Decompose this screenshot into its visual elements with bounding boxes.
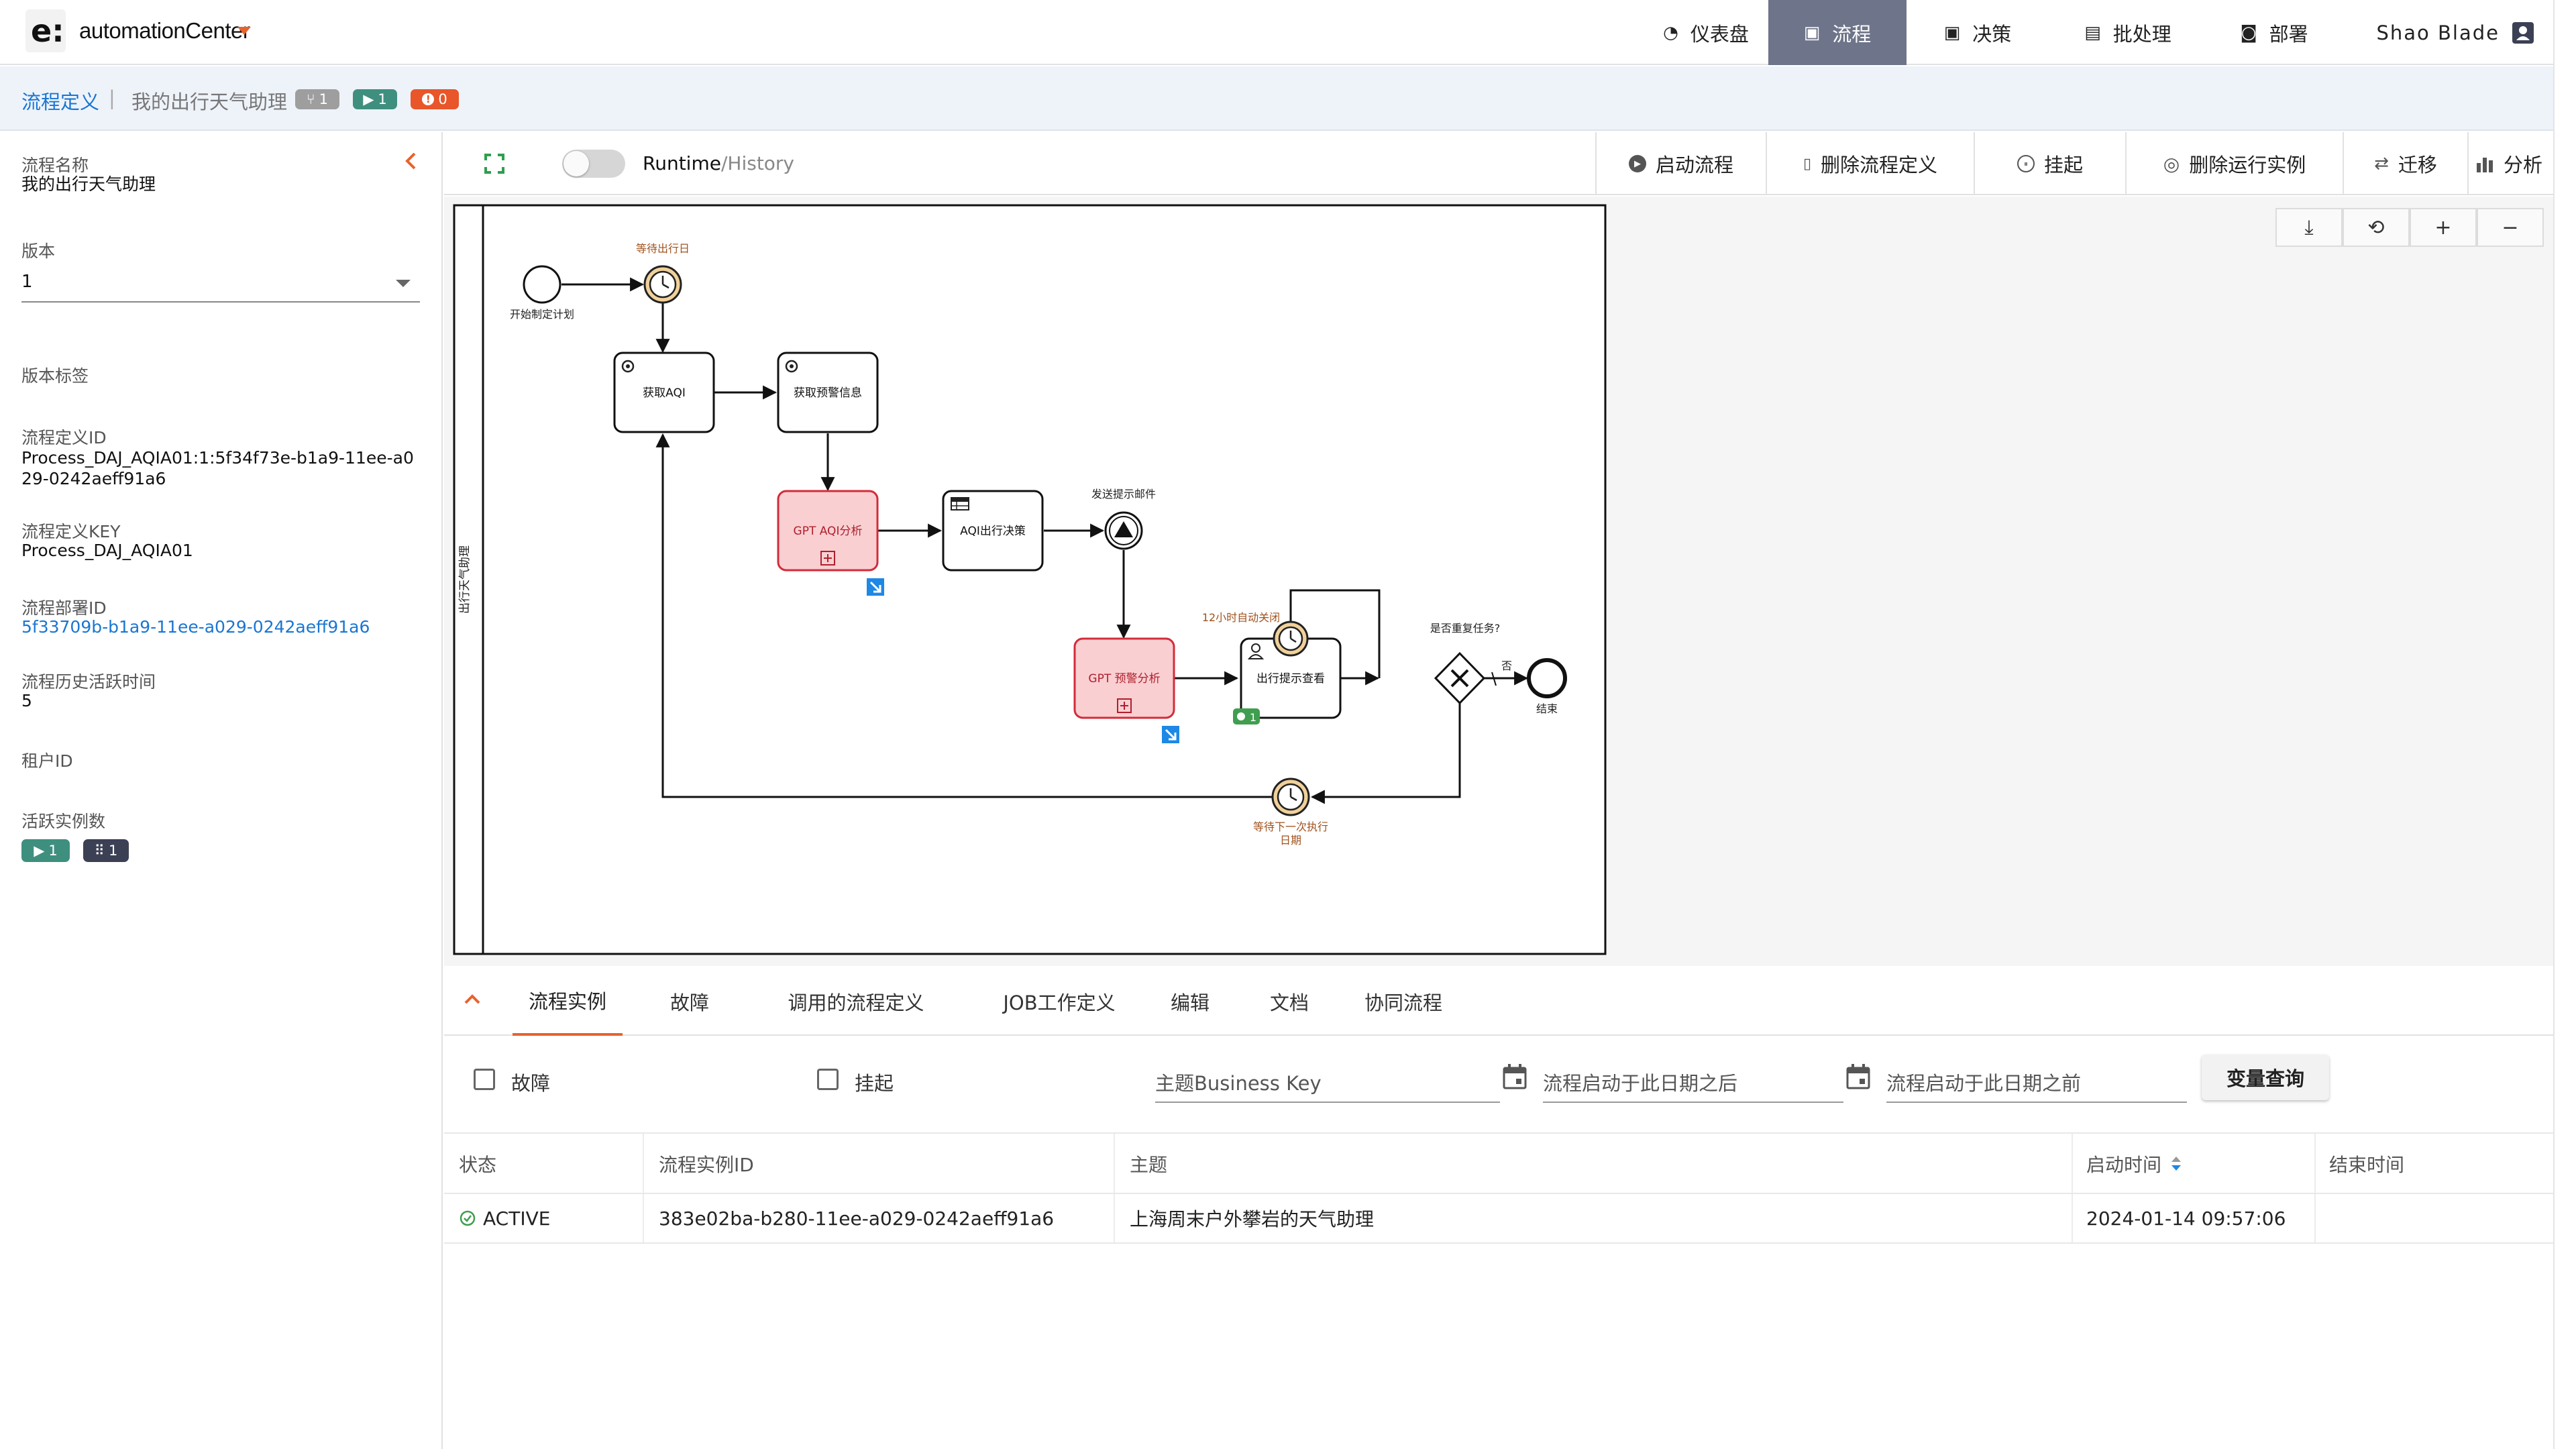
col-instance-id: 流程实例ID xyxy=(659,1154,754,1176)
signal-throw-event[interactable] xyxy=(1104,511,1143,550)
fault-checkbox[interactable] xyxy=(474,1069,495,1090)
timer-event-wait-day[interactable] xyxy=(643,265,682,304)
check-circle-icon xyxy=(460,1210,476,1226)
timer-event-label: 等待出行日 xyxy=(636,242,690,255)
bpmn-diagram: 出行天气助理 开始制定计划 等待出行日 获取AQI 获取预警信息 GPT AQI… xyxy=(453,204,1607,955)
col-subject: 主题 xyxy=(1130,1154,1168,1176)
task-get-warning[interactable]: 获取预警信息 xyxy=(777,352,879,433)
tab-incidents[interactable]: 故障 xyxy=(656,967,723,1036)
running-token-badge[interactable]: 1 xyxy=(1233,708,1260,724)
start-after-placeholder: 流程启动于此日期之后 xyxy=(1543,1072,1738,1095)
start-before-date-input[interactable]: 流程启动于此日期之前 xyxy=(1886,1060,2187,1103)
start-event[interactable] xyxy=(523,265,561,304)
fault-checkbox-label: 故障 xyxy=(511,1072,551,1095)
task-aqi-decision-label: AQI出行决策 xyxy=(960,525,1026,538)
business-key-placeholder: 主题Business Key xyxy=(1155,1072,1322,1095)
start-before-placeholder: 流程启动于此日期之前 xyxy=(1886,1072,2082,1095)
calendar-icon[interactable] xyxy=(1846,1064,1870,1089)
suspended-checkbox-label: 挂起 xyxy=(855,1072,894,1095)
calendar-icon[interactable] xyxy=(1503,1064,1527,1089)
page-scrollbar[interactable] xyxy=(2553,0,2576,1449)
task-get-aqi-label: 获取AQI xyxy=(643,386,686,400)
start-after-date-input[interactable]: 流程启动于此日期之后 xyxy=(1543,1060,1843,1103)
signal-event-label: 发送提示邮件 xyxy=(1091,488,1156,500)
tab-collaboration[interactable]: 协同流程 xyxy=(1343,967,1464,1036)
col-end-time: 结束时间 xyxy=(2329,1154,2405,1176)
timer-next-label-line1: 等待下一次执行 xyxy=(1253,820,1328,833)
col-start-time-label: 启动时间 xyxy=(2086,1154,2162,1176)
task-get-aqi[interactable]: 获取AQI xyxy=(613,352,715,433)
tab-process-instances[interactable]: 流程实例 xyxy=(513,967,623,1036)
timer-next-label-line2: 日期 xyxy=(1280,834,1301,847)
col-start-time[interactable]: 启动时间 xyxy=(2086,1134,2182,1194)
gateway-label: 是否重复任务? xyxy=(1430,622,1501,635)
task-user-view-label: 出行提示查看 xyxy=(1256,672,1325,686)
gateway-no-label: 否 xyxy=(1501,659,1512,672)
boundary-timer-event[interactable] xyxy=(1273,621,1309,657)
detail-tabs: 流程实例 故障 调用的流程定义 JOB工作定义 编辑 文档 协同流程 xyxy=(444,967,2553,1036)
variable-query-button[interactable]: 变量查询 xyxy=(2202,1055,2329,1100)
table-row: ACTIVE xyxy=(459,1194,550,1242)
start-event-label: 开始制定计划 xyxy=(510,308,574,321)
row-instance-id-link[interactable]: 383e02ba-b280-11ee-a029-0242aeff91a6 xyxy=(659,1194,1054,1242)
task-aqi-decision[interactable]: AQI出行决策 xyxy=(942,490,1044,572)
subprocess-gpt-aqi[interactable]: GPT AQI分析 xyxy=(777,490,879,572)
drilldown-link-icon[interactable] xyxy=(867,578,884,596)
lane-label: 出行天气助理 xyxy=(458,545,472,614)
sort-icon xyxy=(2171,1157,2182,1171)
business-key-input[interactable]: 主题Business Key xyxy=(1155,1060,1500,1103)
tab-docs[interactable]: 文档 xyxy=(1236,967,1343,1036)
drilldown-link-icon[interactable] xyxy=(1162,726,1179,743)
row-start-time: 2024-01-14 09:57:06 xyxy=(2086,1207,2286,1230)
row-status: ACTIVE xyxy=(483,1207,551,1230)
boundary-timer-label: 12小时自动关闭 xyxy=(1202,611,1280,624)
end-event-label: 结束 xyxy=(1536,702,1558,715)
subprocess-gpt-warning[interactable]: GPT 预警分析 xyxy=(1073,637,1175,719)
task-get-warning-label: 获取预警信息 xyxy=(794,386,862,400)
collapse-panel-icon[interactable] xyxy=(464,994,480,1004)
subprocess-gpt-warning-label: GPT 预警分析 xyxy=(1088,672,1160,686)
row-subject: 上海周末户外攀岩的天气助理 xyxy=(1130,1208,1375,1230)
timer-event-next-run[interactable] xyxy=(1271,777,1310,816)
subprocess-gpt-aqi-label: GPT AQI分析 xyxy=(794,525,863,538)
svg-text:1: 1 xyxy=(1250,711,1256,724)
suspended-checkbox[interactable] xyxy=(817,1069,839,1090)
pool xyxy=(453,204,1607,955)
tab-called-definitions[interactable]: 调用的流程定义 xyxy=(755,967,957,1036)
end-event[interactable] xyxy=(1527,658,1567,698)
col-status: 状态 xyxy=(459,1154,497,1176)
